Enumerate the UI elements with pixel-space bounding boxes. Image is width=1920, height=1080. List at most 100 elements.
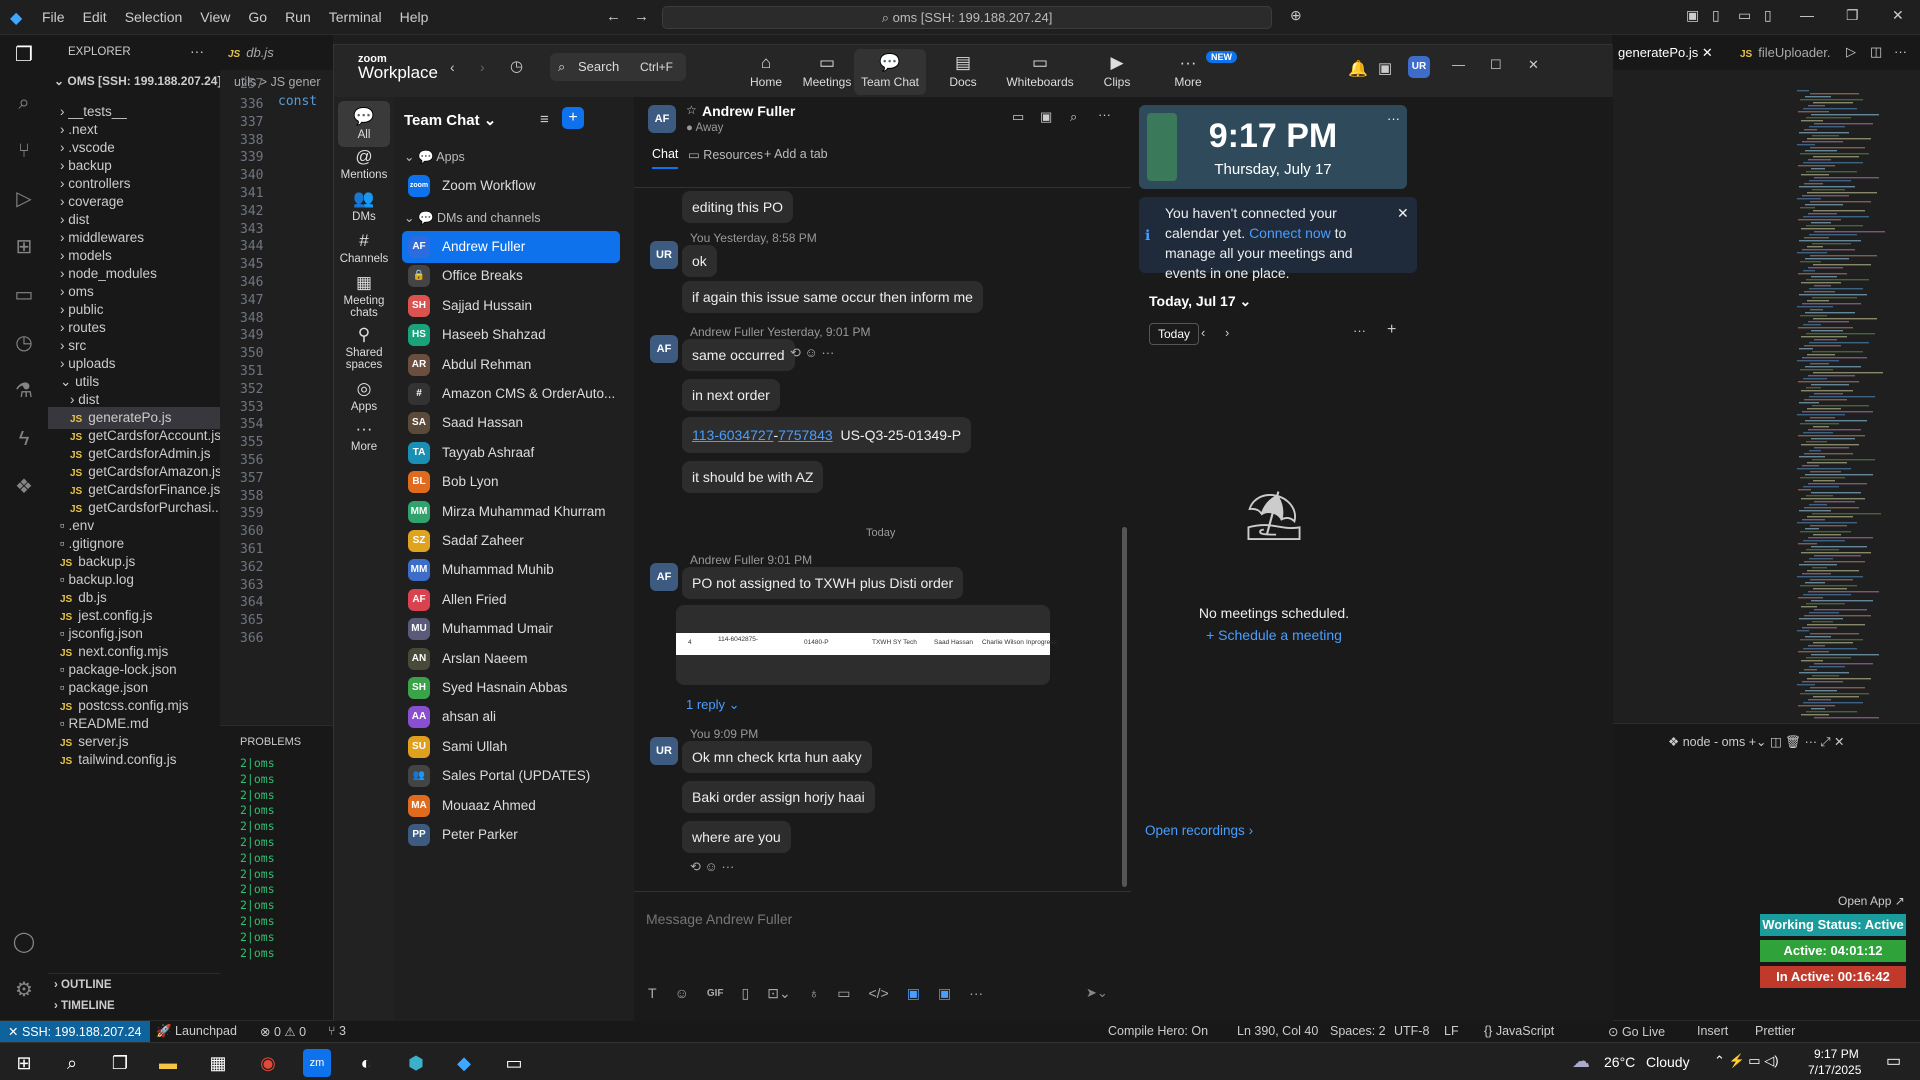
- copilot-icon[interactable]: ⊕: [1290, 7, 1302, 24]
- search-icon[interactable]: ⌕: [1070, 109, 1077, 125]
- run-debug-icon[interactable]: ▷: [12, 187, 36, 211]
- tab-resources[interactable]: ▭ Resources: [688, 147, 763, 162]
- vscode-app-icon[interactable]: ◆: [450, 1049, 478, 1077]
- task-view-icon[interactable]: ❐: [106, 1049, 134, 1077]
- message-bubble[interactable]: editing this PO: [682, 191, 794, 223]
- message-bubble[interactable]: same occurred: [682, 339, 795, 371]
- menu-edit[interactable]: Edit: [83, 9, 107, 25]
- more-icon[interactable]: ···: [1353, 323, 1366, 338]
- problems-indicator[interactable]: ⊗ 0 ⚠ 0: [260, 1024, 306, 1039]
- chat-header-name[interactable]: Andrew Fuller: [702, 103, 795, 119]
- message-avatar[interactable]: UR: [650, 737, 678, 765]
- search-icon[interactable]: ⌕: [58, 1049, 86, 1077]
- contact-item[interactable]: PP Peter Parker: [402, 819, 620, 851]
- more-icon[interactable]: ···: [1894, 44, 1907, 59]
- layout-icon[interactable]: ▣: [1686, 7, 1699, 24]
- github-desktop-icon[interactable]: ◐: [352, 1049, 380, 1077]
- message-bubble[interactable]: in next order: [682, 379, 780, 411]
- close-icon[interactable]: ✕: [1528, 57, 1539, 73]
- thunder-icon[interactable]: ϟ: [12, 427, 36, 451]
- contact-item[interactable]: SH Syed Hasnain Abbas: [402, 672, 620, 704]
- nav-apps[interactable]: ◎ Apps: [338, 379, 390, 413]
- video-call-icon[interactable]: ▭: [1012, 109, 1024, 125]
- more-icon[interactable]: ···: [190, 43, 204, 59]
- gif-button[interactable]: GIF: [707, 985, 724, 1003]
- nav-shared-spaces[interactable]: ⚲ Shared spaces: [338, 325, 390, 371]
- gift-icon[interactable]: ▣: [1378, 59, 1392, 77]
- account-icon[interactable]: ◯: [12, 930, 36, 954]
- extensions-icon[interactable]: ⊞: [12, 235, 36, 259]
- contact-item[interactable]: MU Muhammad Umair: [402, 613, 620, 645]
- menu-view[interactable]: View: [200, 9, 230, 25]
- message-actions[interactable]: ⟲ ☺ ···: [690, 859, 734, 875]
- back-arrow-icon[interactable]: ←: [606, 8, 621, 25]
- code-snippet-icon[interactable]: </>: [868, 985, 888, 1003]
- app-zoom-workflow[interactable]: zoom Zoom Workflow: [402, 170, 620, 202]
- sidebar-toggle-icon[interactable]: ▯: [1712, 7, 1720, 24]
- tab-db-js[interactable]: JS db.js: [228, 45, 274, 60]
- split-editor-icon[interactable]: ◫: [1870, 44, 1882, 60]
- message-avatar[interactable]: AF: [650, 335, 678, 363]
- go-live[interactable]: ⊙ Go Live: [1608, 1024, 1665, 1039]
- contact-item[interactable]: BL Bob Lyon: [402, 466, 620, 498]
- tab-generatepo[interactable]: generatePo.js ✕: [1618, 45, 1713, 61]
- tab-add[interactable]: + Add a tab: [764, 147, 828, 161]
- minimap[interactable]: [1795, 90, 1905, 720]
- clock-date[interactable]: 7/17/2025: [1808, 1063, 1861, 1077]
- more-icon[interactable]: ···: [1387, 111, 1400, 126]
- connect-now-link[interactable]: Connect now: [1249, 225, 1331, 241]
- indentation[interactable]: Spaces: 2: [1330, 1024, 1386, 1038]
- file-icon[interactable]: ▯: [742, 985, 750, 1003]
- encoding[interactable]: UTF-8: [1394, 1024, 1429, 1038]
- contact-item[interactable]: AR Abdul Rehman: [402, 349, 620, 381]
- app-icon[interactable]: ▣: [907, 985, 920, 1003]
- image-attachment[interactable]: 4 114-6042875- 01480-P TXWH SY Tech Saad…: [676, 605, 1057, 685]
- user-avatar[interactable]: UR: [1408, 56, 1430, 78]
- menu-run[interactable]: Run: [285, 9, 311, 25]
- back-icon[interactable]: ‹: [450, 59, 455, 75]
- file-explorer-icon[interactable]: ▬: [154, 1049, 182, 1077]
- nav-meeting-chats[interactable]: ▦ Meeting chats: [338, 273, 390, 319]
- schedule-meeting-link[interactable]: + Schedule a meeting: [1131, 627, 1417, 643]
- timeline-section[interactable]: › TIMELINE: [48, 995, 220, 1017]
- compile-hero[interactable]: Compile Hero: On: [1108, 1024, 1208, 1038]
- more-icon[interactable]: ···: [969, 985, 983, 1003]
- store-icon[interactable]: ▦: [204, 1049, 232, 1077]
- send-icon[interactable]: ➤⌄: [1086, 985, 1108, 1001]
- problems-tab[interactable]: PROBLEMS: [240, 736, 301, 748]
- app-icon[interactable]: ⬢: [402, 1049, 430, 1077]
- today-header[interactable]: Today, Jul 17 ⌄: [1149, 293, 1251, 310]
- menu-file[interactable]: File: [42, 9, 65, 25]
- file-item[interactable]: JS tailwind.config.js: [48, 749, 220, 771]
- start-icon[interactable]: ⊞: [10, 1049, 38, 1077]
- screenshot-icon[interactable]: ⊡⌄: [767, 985, 790, 1003]
- filter-icon[interactable]: ≡: [540, 111, 549, 128]
- chat-header-avatar[interactable]: AF: [648, 105, 676, 133]
- tab-chat[interactable]: Chat: [652, 147, 679, 169]
- message-bubble[interactable]: it should be with AZ: [682, 461, 824, 493]
- order-link[interactable]: 7757843: [778, 427, 833, 443]
- team-chat-title[interactable]: Team Chat ⌄: [404, 111, 496, 129]
- testing-icon[interactable]: ⚗: [12, 379, 36, 403]
- zoom-search[interactable]: ⌕ Search Ctrl+F: [550, 53, 686, 81]
- contact-item[interactable]: 🔒 Office Breaks: [402, 260, 620, 292]
- settings-gear-icon[interactable]: ⚙: [12, 978, 36, 1002]
- nav-all[interactable]: 💬 All: [338, 101, 390, 147]
- open-recordings-link[interactable]: Open recordings ›: [1145, 823, 1253, 838]
- python-icon[interactable]: ❖: [12, 475, 36, 499]
- explorer-icon[interactable]: ❐: [12, 43, 36, 67]
- terminal-app-icon[interactable]: ▭: [500, 1049, 528, 1077]
- nav-more[interactable]: ··· More: [338, 419, 390, 453]
- nav-dms[interactable]: 👥 DMs: [338, 189, 390, 223]
- menu-selection[interactable]: Selection: [125, 9, 183, 25]
- message-bubble[interactable]: 113-6034727-7757843 US-Q3-25-01349-P: [682, 417, 972, 453]
- message-bubble[interactable]: PO not assigned to TXWH plus Disti order: [682, 567, 964, 599]
- contact-item[interactable]: SH Sajjad Hussain: [402, 290, 620, 322]
- bell-icon[interactable]: 🔔: [1348, 59, 1368, 79]
- contact-item[interactable]: SZ Sadaf Zaheer: [402, 525, 620, 557]
- microphone-icon[interactable]: ♁: [809, 985, 820, 1003]
- today-button[interactable]: Today: [1149, 323, 1200, 345]
- notification-icon[interactable]: ▭: [1886, 1051, 1901, 1071]
- insert-mode[interactable]: Insert: [1697, 1024, 1728, 1038]
- open-app-button[interactable]: Open App ↗: [1838, 894, 1905, 908]
